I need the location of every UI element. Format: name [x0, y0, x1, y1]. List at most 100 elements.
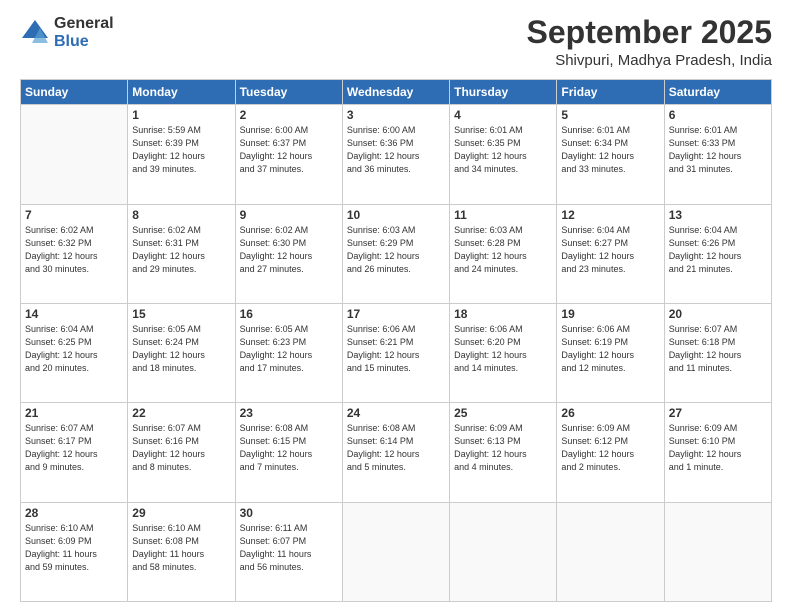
logo-general: General: [54, 15, 114, 33]
logo-icon: [20, 18, 50, 48]
calendar-header-tuesday: Tuesday: [235, 80, 342, 105]
calendar-cell: 11 Sunrise: 6:03 AM Sunset: 6:28 PM Dayli…: [450, 204, 557, 303]
day-number: 18: [454, 307, 552, 321]
day-number: 30: [240, 506, 338, 520]
day-info: Sunrise: 6:03 AM Sunset: 6:28 PM Dayligh…: [454, 224, 552, 276]
calendar-cell: 4 Sunrise: 6:01 AM Sunset: 6:35 PM Daylig…: [450, 105, 557, 204]
day-number: 23: [240, 406, 338, 420]
calendar-cell: 9Sunrise: 6:02 AM Sunset: 6:30 PM Daylig…: [235, 204, 342, 303]
calendar-cell: 18Sunrise: 6:06 AM Sunset: 6:20 PM Dayli…: [450, 303, 557, 402]
day-info: Sunrise: 6:08 AM Sunset: 6:14 PM Dayligh…: [347, 422, 445, 474]
title-block: September 2025 Shivpuri, Madhya Pradesh,…: [527, 15, 772, 69]
day-number: 5: [561, 108, 659, 122]
day-number: 13: [669, 208, 767, 222]
calendar-header-friday: Friday: [557, 80, 664, 105]
calendar-cell: 13Sunrise: 6:04 AM Sunset: 6:26 PM Dayli…: [664, 204, 771, 303]
calendar-cell: 27Sunrise: 6:09 AM Sunset: 6:10 PM Dayli…: [664, 403, 771, 502]
day-number: 26: [561, 406, 659, 420]
week-row-1: 1Sunrise: 5:59 AM Sunset: 6:39 PM Daylig…: [21, 105, 772, 204]
calendar-cell: 5Sunrise: 6:01 AM Sunset: 6:34 PM Daylig…: [557, 105, 664, 204]
calendar-cell: 1Sunrise: 5:59 AM Sunset: 6:39 PM Daylig…: [128, 105, 235, 204]
calendar-body: 1Sunrise: 5:59 AM Sunset: 6:39 PM Daylig…: [21, 105, 772, 602]
day-info: Sunrise: 6:07 AM Sunset: 6:18 PM Dayligh…: [669, 323, 767, 375]
day-number: 6: [669, 108, 767, 122]
logo-blue: Blue: [54, 33, 114, 51]
day-number: 25: [454, 406, 552, 420]
calendar-header-sunday: Sunday: [21, 80, 128, 105]
calendar-cell: 17 Sunrise: 6:06 AM Sunset: 6:21 PM Dayli…: [342, 303, 449, 402]
day-number: 11: [454, 208, 552, 222]
day-info: Sunrise: 6:07 AM Sunset: 6:17 PM Dayligh…: [25, 422, 123, 474]
day-info: Sunrise: 6:09 AM Sunset: 6:13 PM Dayligh…: [454, 422, 552, 474]
calendar-cell: 15 Sunrise: 6:05 AM Sunset: 6:24 PM Dayli…: [128, 303, 235, 402]
day-number: 27: [669, 406, 767, 420]
calendar-cell: 7 Sunrise: 6:02 AM Sunset: 6:32 PM Daylig…: [21, 204, 128, 303]
day-info: Sunrise: 6:06 AM Sunset: 6:19 PM Dayligh…: [561, 323, 659, 375]
week-row-3: 14 Sunrise: 6:04 AM Sunset: 6:25 PM Dayli…: [21, 303, 772, 402]
calendar-cell: [664, 502, 771, 601]
week-row-2: 7 Sunrise: 6:02 AM Sunset: 6:32 PM Daylig…: [21, 204, 772, 303]
day-info: Sunrise: 6:01 AM Sunset: 6:33 PM Dayligh…: [669, 124, 767, 176]
day-number: 14: [25, 307, 123, 321]
day-info: Sunrise: 6:00 AM Sunset: 6:37 PM Dayligh…: [240, 124, 338, 176]
day-info: Sunrise: 6:05 AM Sunset: 6:24 PM Dayligh…: [132, 323, 230, 375]
calendar-cell: 19 Sunrise: 6:06 AM Sunset: 6:19 PM Dayli…: [557, 303, 664, 402]
week-row-5: 28Sunrise: 6:10 AM Sunset: 6:09 PM Dayli…: [21, 502, 772, 601]
calendar-cell: 24Sunrise: 6:08 AM Sunset: 6:14 PM Dayli…: [342, 403, 449, 502]
calendar-cell: 20 Sunrise: 6:07 AM Sunset: 6:18 PM Dayli…: [664, 303, 771, 402]
calendar-cell: 28Sunrise: 6:10 AM Sunset: 6:09 PM Dayli…: [21, 502, 128, 601]
day-number: 16: [240, 307, 338, 321]
calendar-cell: 16 Sunrise: 6:05 AM Sunset: 6:23 PM Dayli…: [235, 303, 342, 402]
day-info: Sunrise: 6:00 AM Sunset: 6:36 PM Dayligh…: [347, 124, 445, 176]
logo: General Blue: [20, 15, 114, 50]
day-info: Sunrise: 6:04 AM Sunset: 6:25 PM Dayligh…: [25, 323, 123, 375]
calendar-cell: 23Sunrise: 6:08 AM Sunset: 6:15 PM Dayli…: [235, 403, 342, 502]
calendar-header-thursday: Thursday: [450, 80, 557, 105]
day-info: Sunrise: 6:02 AM Sunset: 6:31 PM Dayligh…: [132, 224, 230, 276]
day-number: 15: [132, 307, 230, 321]
calendar-cell: 8Sunrise: 6:02 AM Sunset: 6:31 PM Daylig…: [128, 204, 235, 303]
day-number: 22: [132, 406, 230, 420]
calendar-cell: 14 Sunrise: 6:04 AM Sunset: 6:25 PM Dayli…: [21, 303, 128, 402]
day-number: 21: [25, 406, 123, 420]
day-number: 3: [347, 108, 445, 122]
day-number: 19: [561, 307, 659, 321]
calendar-cell: 2 Sunrise: 6:00 AM Sunset: 6:37 PM Daylig…: [235, 105, 342, 204]
day-info: Sunrise: 6:03 AM Sunset: 6:29 PM Dayligh…: [347, 224, 445, 276]
calendar-cell: 6 Sunrise: 6:01 AM Sunset: 6:33 PM Daylig…: [664, 105, 771, 204]
day-number: 2: [240, 108, 338, 122]
day-number: 7: [25, 208, 123, 222]
day-info: Sunrise: 5:59 AM Sunset: 6:39 PM Dayligh…: [132, 124, 230, 176]
day-info: Sunrise: 6:01 AM Sunset: 6:35 PM Dayligh…: [454, 124, 552, 176]
calendar-header-saturday: Saturday: [664, 80, 771, 105]
calendar-cell: 21 Sunrise: 6:07 AM Sunset: 6:17 PM Dayli…: [21, 403, 128, 502]
day-info: Sunrise: 6:06 AM Sunset: 6:21 PM Dayligh…: [347, 323, 445, 375]
day-info: Sunrise: 6:07 AM Sunset: 6:16 PM Dayligh…: [132, 422, 230, 474]
day-number: 20: [669, 307, 767, 321]
day-info: Sunrise: 6:02 AM Sunset: 6:32 PM Dayligh…: [25, 224, 123, 276]
calendar-table: SundayMondayTuesdayWednesdayThursdayFrid…: [20, 79, 772, 602]
calendar-cell: [450, 502, 557, 601]
logo-text: General Blue: [54, 15, 114, 50]
calendar-cell: 10 Sunrise: 6:03 AM Sunset: 6:29 PM Dayli…: [342, 204, 449, 303]
day-info: Sunrise: 6:09 AM Sunset: 6:12 PM Dayligh…: [561, 422, 659, 474]
calendar-cell: 3 Sunrise: 6:00 AM Sunset: 6:36 PM Daylig…: [342, 105, 449, 204]
header: General Blue September 2025 Shivpuri, Ma…: [20, 15, 772, 69]
day-info: Sunrise: 6:11 AM Sunset: 6:07 PM Dayligh…: [240, 522, 338, 574]
day-number: 4: [454, 108, 552, 122]
calendar-cell: 30 Sunrise: 6:11 AM Sunset: 6:07 PM Dayli…: [235, 502, 342, 601]
day-info: Sunrise: 6:10 AM Sunset: 6:08 PM Dayligh…: [132, 522, 230, 574]
day-number: 29: [132, 506, 230, 520]
day-number: 10: [347, 208, 445, 222]
day-number: 12: [561, 208, 659, 222]
day-number: 17: [347, 307, 445, 321]
calendar-cell: 12 Sunrise: 6:04 AM Sunset: 6:27 PM Dayli…: [557, 204, 664, 303]
day-number: 28: [25, 506, 123, 520]
week-row-4: 21 Sunrise: 6:07 AM Sunset: 6:17 PM Dayli…: [21, 403, 772, 502]
calendar-cell: 22 Sunrise: 6:07 AM Sunset: 6:16 PM Dayli…: [128, 403, 235, 502]
calendar-cell: [557, 502, 664, 601]
day-info: Sunrise: 6:04 AM Sunset: 6:27 PM Dayligh…: [561, 224, 659, 276]
location: Shivpuri, Madhya Pradesh, India: [527, 52, 772, 69]
calendar-header-row: SundayMondayTuesdayWednesdayThursdayFrid…: [21, 80, 772, 105]
day-info: Sunrise: 6:05 AM Sunset: 6:23 PM Dayligh…: [240, 323, 338, 375]
